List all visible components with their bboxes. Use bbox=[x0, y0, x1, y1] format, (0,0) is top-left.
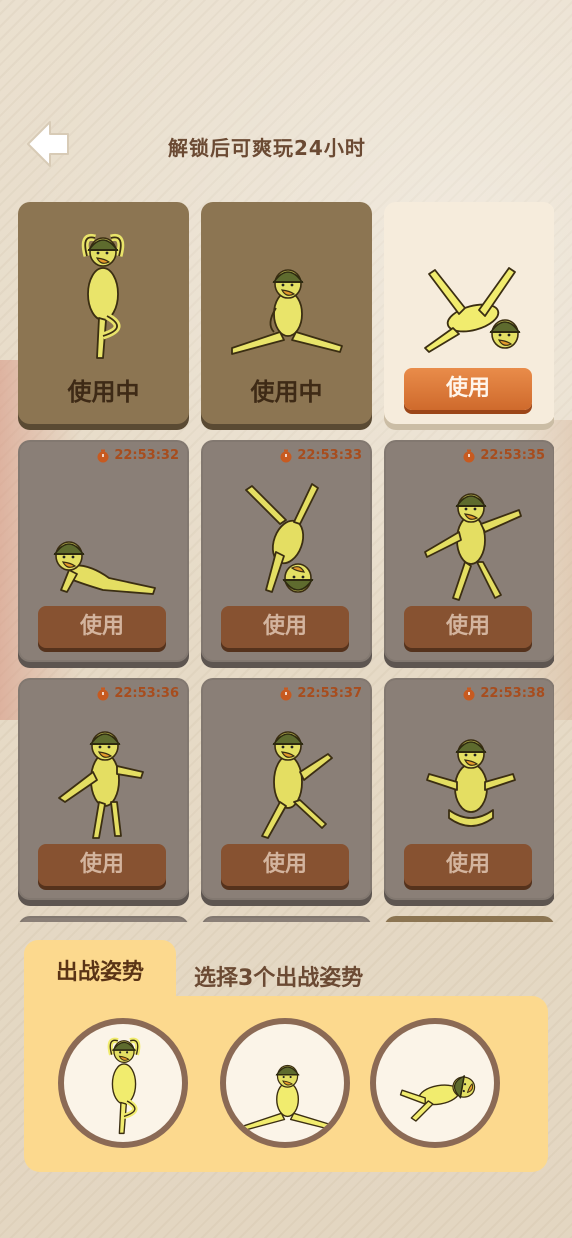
battle-pose-slots bbox=[24, 996, 548, 1172]
pose-card[interactable]: 22:53:32 使用 bbox=[18, 440, 189, 662]
pose-card[interactable]: 使用 bbox=[384, 202, 554, 424]
pose-card[interactable] bbox=[384, 916, 554, 922]
cooldown-timer: 22:53:38 bbox=[462, 686, 545, 701]
use-button[interactable]: 使用 bbox=[38, 844, 166, 886]
cobra-pose-icon bbox=[53, 541, 156, 595]
timer-text: 22:53:35 bbox=[480, 448, 545, 463]
cooldown-timer: 22:53:37 bbox=[279, 686, 362, 701]
tree-pose-icon bbox=[107, 1037, 141, 1135]
split-pose-icon bbox=[231, 269, 343, 355]
page-title: 解锁后可爽玩24小时 bbox=[168, 136, 366, 160]
use-button[interactable]: 使用 bbox=[221, 606, 349, 648]
pose-card[interactable]: 使用中 bbox=[201, 202, 372, 424]
pose-card[interactable]: 22:53:37 使用 bbox=[201, 678, 372, 900]
timer-text: 22:53:38 bbox=[480, 686, 545, 701]
pose-card[interactable]: 22:53:38 使用 bbox=[384, 678, 554, 900]
cooldown-timer: 22:53:33 bbox=[279, 448, 362, 463]
pose-card[interactable]: 22:53:33 使用 bbox=[201, 440, 372, 662]
back-button[interactable] bbox=[26, 118, 74, 170]
stopwatch-icon bbox=[97, 449, 109, 462]
battle-slot[interactable] bbox=[220, 1018, 350, 1148]
timer-text: 22:53:36 bbox=[114, 686, 179, 701]
stopwatch-icon bbox=[463, 449, 475, 462]
timer-text: 22:53:37 bbox=[297, 686, 362, 701]
tree-pose-icon bbox=[81, 233, 125, 359]
split-pose-icon bbox=[243, 1064, 330, 1131]
battle-slot[interactable] bbox=[370, 1018, 500, 1148]
cooldown-timer: 22:53:32 bbox=[96, 448, 179, 463]
use-button[interactable]: 使用 bbox=[404, 368, 532, 410]
header: 解锁后可爽玩24小时 bbox=[0, 110, 572, 180]
in-use-label: 使用中 bbox=[250, 378, 323, 406]
battle-pose-panel: 出战姿势 选择3个出战姿势 bbox=[24, 940, 548, 1172]
timer-text: 22:53:33 bbox=[297, 448, 362, 463]
use-button[interactable]: 使用 bbox=[404, 606, 532, 648]
pose-grid: 使用中 使用中 使用 22:53:32 使用 22:53:33 使用 22:53… bbox=[18, 202, 554, 922]
stopwatch-icon bbox=[280, 687, 292, 700]
battle-slot[interactable] bbox=[58, 1018, 188, 1148]
cooldown-timer: 22:53:35 bbox=[462, 448, 545, 463]
timer-text: 22:53:32 bbox=[114, 448, 179, 463]
use-button[interactable]: 使用 bbox=[404, 844, 532, 886]
lying-kick-pose-icon bbox=[424, 267, 521, 353]
handstand-pose-icon bbox=[245, 483, 319, 593]
pose-card[interactable] bbox=[201, 916, 372, 922]
star-pose-icon bbox=[424, 493, 522, 601]
wave-pose-icon bbox=[58, 731, 144, 839]
use-button[interactable]: 使用 bbox=[38, 606, 166, 648]
tab-battle-pose[interactable]: 出战姿势 bbox=[24, 940, 176, 1004]
lying-kick-pose-icon bbox=[399, 1073, 478, 1122]
pose-card[interactable]: 22:53:36 使用 bbox=[18, 678, 189, 900]
stopwatch-icon bbox=[97, 687, 109, 700]
pose-card[interactable]: 使用中 bbox=[18, 202, 189, 424]
stopwatch-icon bbox=[280, 449, 292, 462]
shrug-pose-icon bbox=[426, 739, 516, 827]
cooldown-timer: 22:53:36 bbox=[96, 686, 179, 701]
use-button[interactable]: 使用 bbox=[221, 844, 349, 886]
pose-card[interactable]: 22:53:35 使用 bbox=[384, 440, 554, 662]
walk-pose-icon bbox=[261, 731, 333, 839]
battle-hint: 选择3个出战姿势 bbox=[194, 966, 364, 991]
stopwatch-icon bbox=[463, 687, 475, 700]
in-use-label: 使用中 bbox=[67, 378, 140, 406]
back-arrow-icon bbox=[27, 121, 69, 167]
pose-card[interactable] bbox=[18, 916, 189, 922]
